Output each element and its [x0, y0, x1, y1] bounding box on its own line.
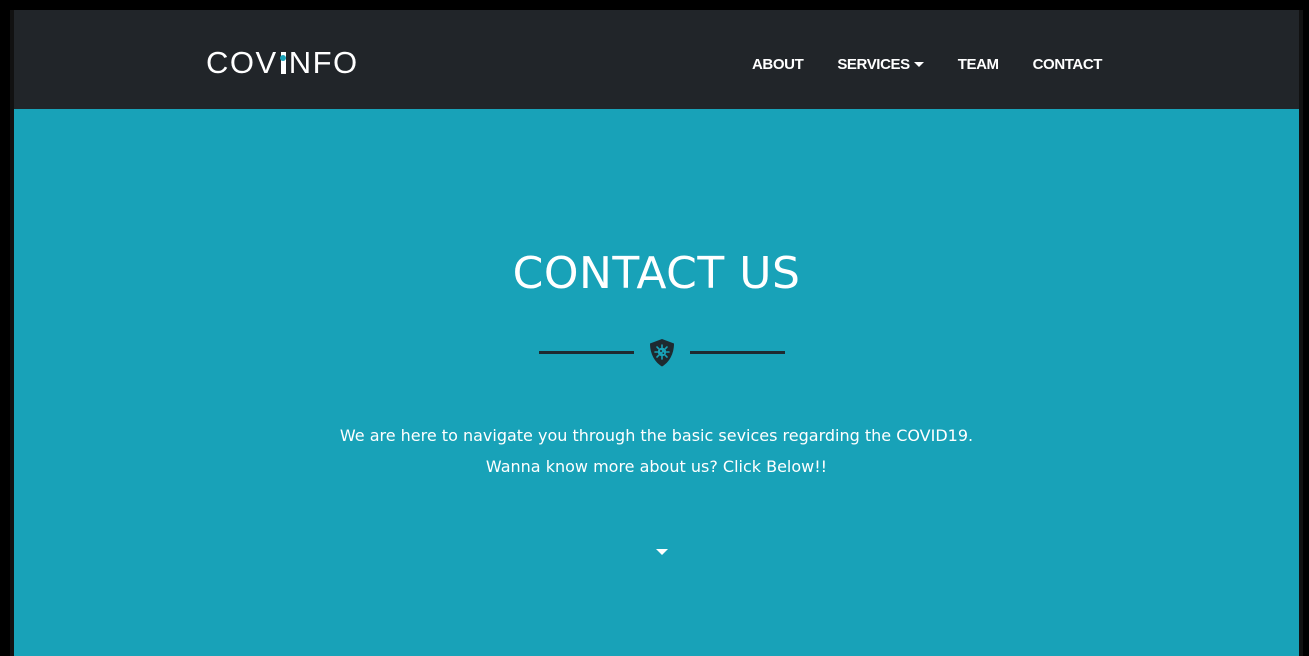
nav-link-about-label: ABOUT: [752, 55, 804, 73]
nav-link-team-label: TEAM: [957, 55, 999, 73]
nav-menu: ABOUT SERVICES TEAM CONTACT: [752, 54, 1102, 74]
divider-line-right: [690, 351, 785, 354]
brand-i-dot: [280, 55, 287, 61]
nav-link-contact[interactable]: CONTACT: [1032, 55, 1103, 73]
nav-link-services[interactable]: SERVICES: [837, 55, 924, 73]
hero-text-line-2: Wanna know more about us? Click Below!!: [485, 457, 828, 476]
caret-down-icon: [913, 61, 924, 67]
brand-i-mark: [280, 52, 287, 74]
brand-logo[interactable]: COV NFO: [206, 46, 359, 80]
scroll-down-button[interactable]: [655, 546, 669, 558]
page-title: CONTACT US: [512, 248, 801, 299]
shield-virus-icon: [650, 339, 674, 367]
nav-link-about[interactable]: ABOUT: [752, 55, 804, 73]
hero-section: CONTACT US We are here to navigate you t…: [14, 109, 1299, 656]
page-frame: COV NFO ABOUT SERVICES TEAM CONTACT CONTA…: [10, 10, 1303, 656]
divider-line-left: [539, 351, 634, 354]
brand-prefix: COV: [206, 45, 278, 80]
nav-link-team[interactable]: TEAM: [958, 56, 999, 73]
title-divider: [539, 338, 785, 368]
hero-description: We are here to navigate you through the …: [14, 420, 1299, 482]
navbar: COV NFO ABOUT SERVICES TEAM CONTACT: [14, 10, 1299, 109]
nav-link-services-label: SERVICES: [837, 55, 910, 73]
caret-down-icon: [656, 549, 668, 555]
brand-suffix: NFO: [288, 45, 359, 80]
nav-link-contact-label: CONTACT: [1032, 55, 1103, 73]
hero-text-line-1: We are here to navigate you through the …: [339, 426, 974, 445]
